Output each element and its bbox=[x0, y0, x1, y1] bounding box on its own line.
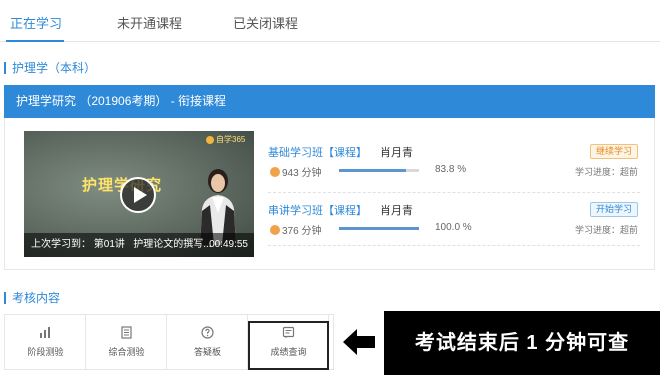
class-name[interactable]: 基础学习班【课程】 bbox=[268, 144, 367, 160]
video-time: 00:49:55 bbox=[209, 239, 248, 250]
progress-percent: 100.0 % bbox=[435, 222, 472, 233]
progress-status: 学习进度：超前 bbox=[574, 167, 638, 177]
course-tabs: 正在学习 未开通课程 已关闭课程 bbox=[0, 0, 660, 42]
bar-chart-icon bbox=[40, 327, 50, 338]
question-icon bbox=[201, 326, 214, 339]
progress-bar bbox=[339, 169, 419, 172]
tab-studying[interactable]: 正在学习 bbox=[10, 13, 62, 32]
annotation-callout: 考试结束后 1 分钟可查 bbox=[384, 311, 660, 375]
exam-comprehensive-test[interactable]: 综合测验 bbox=[86, 315, 167, 369]
medal-icon bbox=[270, 225, 280, 235]
exam-stage-test[interactable]: 阶段测验 bbox=[5, 315, 86, 369]
video-player[interactable]: 自学365 护理学研究 上次学习到： 第01讲 护理论文的撰写... 00:49… bbox=[24, 131, 254, 257]
active-tab-indicator bbox=[6, 40, 64, 42]
class-row-basic: 基础学习班【课程】 肖月青 943 分钟 83.8 % 继续学习 学习进度：超前 bbox=[268, 144, 648, 194]
study-minutes: 376 分钟 bbox=[270, 222, 321, 237]
document-icon bbox=[121, 326, 132, 339]
exam-qa-board[interactable]: 答疑板 bbox=[167, 315, 248, 369]
last-study-caption: 上次学习到： 第01讲 护理论文的撰写... 00:49:55 bbox=[24, 233, 254, 257]
class-name[interactable]: 串讲学习班【课程】 bbox=[268, 202, 367, 218]
course-title-bar[interactable]: 护理学研究 （201906考期） - 衔接课程 bbox=[4, 85, 655, 118]
start-study-button[interactable]: 开始学习 bbox=[589, 202, 638, 217]
tab-not-opened[interactable]: 未开通课程 bbox=[117, 13, 182, 32]
medal-icon bbox=[270, 167, 280, 177]
teacher-name: 肖月青 bbox=[380, 147, 413, 159]
play-button[interactable] bbox=[120, 177, 156, 213]
logo-icon bbox=[206, 135, 214, 144]
progress-fill bbox=[339, 169, 407, 172]
teacher-name: 肖月青 bbox=[380, 205, 413, 217]
row-divider bbox=[268, 245, 640, 246]
left-arrow-icon bbox=[343, 329, 375, 355]
progress-status: 学习进度：超前 bbox=[574, 225, 638, 235]
score-query-highlight bbox=[248, 321, 329, 370]
progress-percent: 83.8 % bbox=[435, 164, 467, 175]
progress-bar bbox=[339, 227, 419, 230]
exam-section-title: 考核内容 bbox=[4, 292, 60, 304]
video-logo: 自学365 bbox=[206, 134, 245, 145]
continue-study-button[interactable]: 继续学习 bbox=[589, 144, 638, 159]
progress-fill bbox=[339, 227, 419, 230]
tab-closed[interactable]: 已关闭课程 bbox=[233, 13, 298, 32]
study-minutes: 943 分钟 bbox=[270, 164, 321, 179]
row-divider bbox=[268, 192, 640, 193]
program-title: 护理学（本科） bbox=[4, 62, 96, 74]
